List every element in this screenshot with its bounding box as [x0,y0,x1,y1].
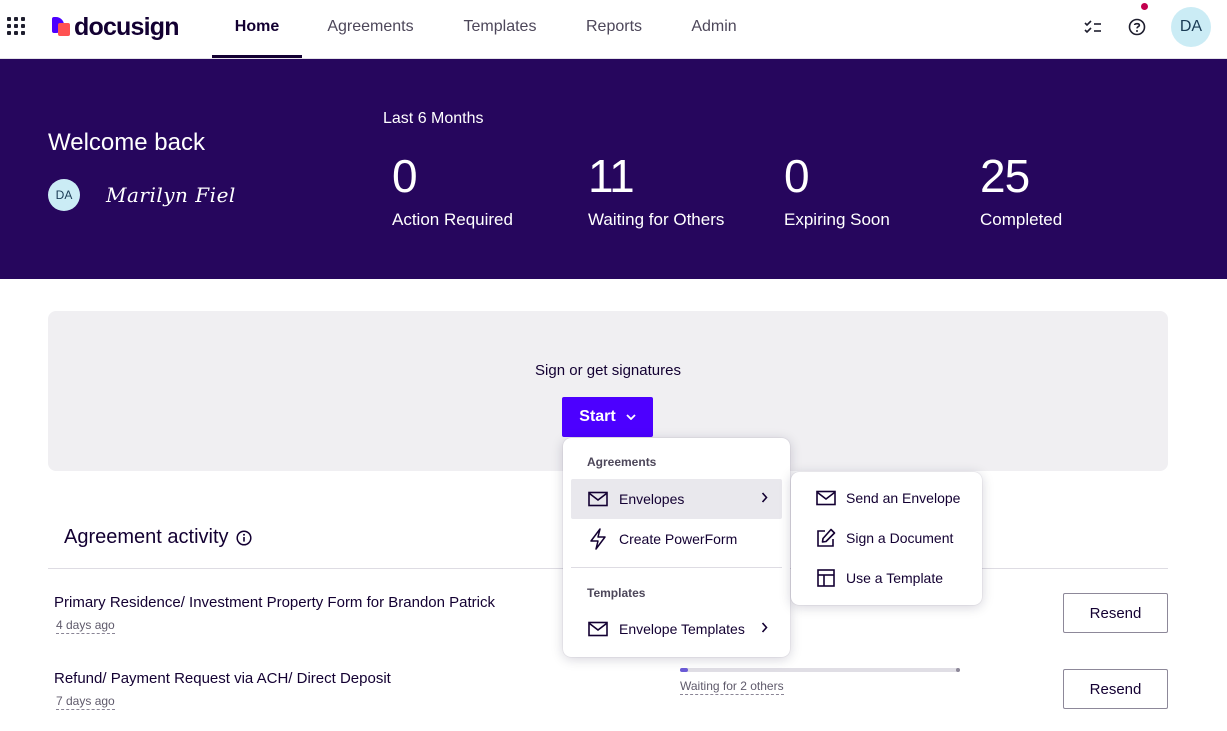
stat-value[interactable]: 0 [392,149,582,203]
start-dropdown-menu: Agreements Envelopes Create PowerForm Te… [563,438,790,657]
submenu-item-sign-document[interactable]: Sign a Document [791,518,982,558]
stat-value[interactable]: 11 [588,149,778,203]
stat-label: Action Required [392,210,513,229]
docusign-logo-mark-icon [52,17,70,37]
stat-label: Waiting for Others [588,210,725,229]
menu-item-envelopes[interactable]: Envelopes [571,479,782,519]
tab-home[interactable]: Home [212,0,302,58]
signing-status: Waiting for 2 others [680,679,784,695]
signing-progress-bar [680,668,960,672]
envelope-icon [815,487,837,509]
chevron-right-icon [761,622,768,633]
stat-waiting-for-others[interactable]: 11 Waiting for Others [588,149,778,230]
start-card-title: Sign or get signatures [535,362,681,379]
stats-period-label: Last 6 Months [383,110,484,127]
stat-value[interactable]: 25 [980,149,1170,203]
stat-value[interactable]: 0 [784,149,974,203]
start-button[interactable]: Start [562,397,653,437]
start-button-label: Start [579,408,616,425]
tab-admin[interactable]: Admin [682,0,746,58]
agreement-title[interactable]: Primary Residence/ Investment Property F… [54,594,495,611]
submenu-item-label: Sign a Document [846,530,954,546]
info-icon[interactable] [235,529,252,546]
agreement-activity-section: Agreement activity [64,526,252,549]
chevron-down-icon [626,414,636,420]
agreement-timestamp: 7 days ago [56,694,115,710]
menu-item-label: Create PowerForm [619,531,738,547]
resend-button[interactable]: Resend [1063,669,1168,709]
menu-heading-agreements: Agreements [587,455,657,469]
agreement-activity-heading: Agreement activity [64,526,229,548]
tab-templates[interactable]: Templates [452,0,548,58]
template-layout-icon [815,567,837,589]
menu-item-envelope-templates[interactable]: Envelope Templates [571,609,782,649]
menu-item-label: Envelope Templates [619,621,745,637]
tab-reports[interactable]: Reports [576,0,652,58]
lightning-icon [587,528,609,550]
submenu-item-label: Send an Envelope [846,490,961,506]
brand-name: docusign [74,12,180,41]
chevron-right-icon [761,492,768,503]
profile-avatar: DA [48,179,80,211]
docusign-logo[interactable]: docusign [52,12,180,41]
tab-agreements[interactable]: Agreements [318,0,423,58]
help-question-icon[interactable] [1126,16,1148,38]
envelope-icon [587,488,609,510]
agreement-timestamp: 4 days ago [56,618,115,634]
stat-label: Expiring Soon [784,210,890,229]
user-signature: Marilyn Fiel [106,183,236,207]
submenu-item-send-envelope[interactable]: Send an Envelope [791,478,982,518]
submenu-item-use-template[interactable]: Use a Template [791,558,982,598]
progress-end-marker [956,668,960,672]
top-navigation-bar: docusign Home Agreements Templates Repor… [0,0,1227,59]
agreement-title[interactable]: Refund/ Payment Request via ACH/ Direct … [54,670,391,687]
resend-button[interactable]: Resend [1063,593,1168,633]
stat-action-required[interactable]: 0 Action Required [392,149,582,230]
app-launcher-grid-icon[interactable] [7,17,25,35]
welcome-banner: Welcome back DA Marilyn Fiel Last 6 Mont… [0,59,1227,279]
menu-divider [571,567,782,568]
stat-completed[interactable]: 25 Completed [980,149,1170,230]
pen-document-icon [815,527,837,549]
envelope-icon [587,618,609,640]
submenu-item-label: Use a Template [846,570,944,586]
stat-label: Completed [980,210,1063,229]
progress-fill [680,668,689,672]
tasks-checklist-icon[interactable] [1082,16,1104,38]
user-avatar[interactable]: DA [1171,7,1211,47]
menu-heading-templates: Templates [587,586,646,600]
welcome-heading: Welcome back [48,129,205,156]
envelopes-submenu: Send an Envelope Sign a Document Use a T… [791,472,982,605]
menu-item-label: Envelopes [619,491,685,507]
menu-item-create-powerform[interactable]: Create PowerForm [571,519,782,559]
notification-dot [1141,3,1148,10]
stat-expiring-soon[interactable]: 0 Expiring Soon [784,149,974,230]
